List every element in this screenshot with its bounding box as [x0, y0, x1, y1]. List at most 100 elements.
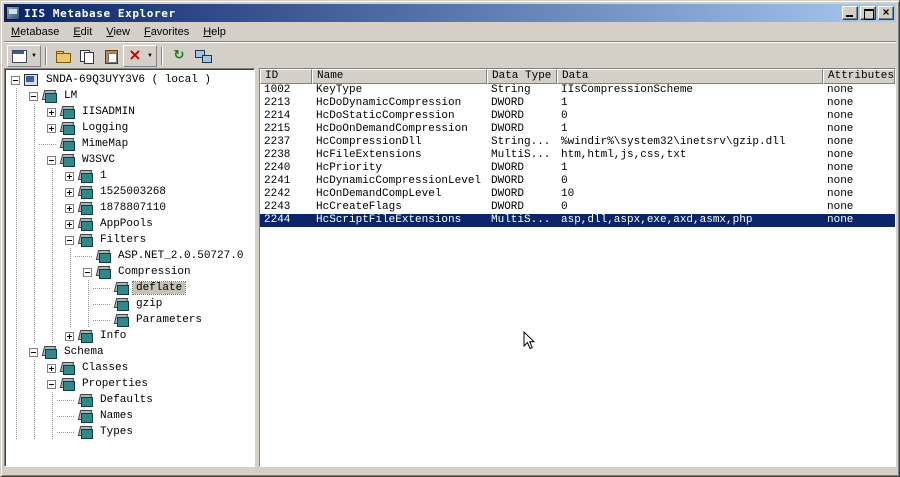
- cell-attributes: none: [827, 162, 854, 174]
- menu-metabase[interactable]: Metabase: [5, 24, 67, 40]
- menu-help[interactable]: Help: [197, 24, 234, 40]
- expand-toggle-icon[interactable]: [65, 171, 74, 181]
- column-header-attributes[interactable]: Attributes: [823, 69, 895, 84]
- tree-item-info[interactable]: Info: [8, 328, 254, 344]
- tree-guide-line: [26, 280, 44, 296]
- list-row-2238[interactable]: 2238 HcFileExtensions MultiS... htm,html,js…: [260, 149, 895, 162]
- collapse-toggle-icon[interactable]: [29, 91, 38, 101]
- tree-view[interactable]: SNDA-69Q3UYY3V6 ( local ) LM IISADMIN Loggi…: [4, 68, 255, 467]
- expand-toggle-icon[interactable]: [47, 123, 56, 133]
- tree-item-gzip[interactable]: gzip: [8, 296, 254, 312]
- tree-item-deflate[interactable]: deflate: [8, 280, 254, 296]
- minimize-button[interactable]: [842, 6, 858, 20]
- tree-item-schema[interactable]: Schema: [8, 344, 254, 360]
- tree-item-mimemap[interactable]: MimeMap: [8, 136, 254, 152]
- cell-name: HcDoOnDemandCompression: [316, 123, 468, 135]
- tree-item-logging[interactable]: Logging: [8, 120, 254, 136]
- cell-attributes: none: [827, 201, 854, 213]
- collapse-toggle-icon[interactable]: [11, 75, 20, 85]
- cell-data-type: MultiS...: [491, 214, 551, 226]
- refresh-button[interactable]: [167, 45, 191, 67]
- expand-toggle-icon[interactable]: [65, 187, 74, 197]
- maximize-button[interactable]: [860, 6, 876, 20]
- menu-view[interactable]: View: [100, 24, 138, 40]
- tree-guide-line: [44, 264, 62, 280]
- tree-item-properties[interactable]: Properties: [8, 376, 254, 392]
- list-row-2213[interactable]: 2213 HcDoDynamicCompression DWORD 1 none: [260, 97, 895, 110]
- list-row-2240[interactable]: 2240 HcPriority DWORD 1 none: [260, 162, 895, 175]
- list-row-2215[interactable]: 2215 HcDoOnDemandCompression DWORD 1 none: [260, 123, 895, 136]
- copy-button[interactable]: [75, 45, 99, 67]
- list-row-2237[interactable]: 2237 HcCompressionDll String... %windir%\sy…: [260, 136, 895, 149]
- tree-item-snda-69q3uyy3v6-local[interactable]: SNDA-69Q3UYY3V6 ( local ): [8, 72, 254, 88]
- tree-item-1525003268[interactable]: 1525003268: [8, 184, 254, 200]
- tree-guide-line: [44, 280, 62, 296]
- tree-item-apppools[interactable]: AppPools: [8, 216, 254, 232]
- expand-toggle-icon[interactable]: [65, 203, 74, 213]
- paste-icon: [103, 49, 119, 64]
- tree-item-lm[interactable]: LM: [8, 88, 254, 104]
- tree-item-defaults[interactable]: Defaults: [8, 392, 254, 408]
- tree-item-1878807110[interactable]: 1878807110: [8, 200, 254, 216]
- tree-item-label: SNDA-69Q3UYY3V6 ( local ): [46, 74, 212, 86]
- connect-icon: [194, 49, 212, 63]
- tree-guide-line: [44, 312, 62, 328]
- tree-guide-line: [8, 408, 26, 424]
- tree-item-iisadmin[interactable]: IISADMIN: [8, 104, 254, 120]
- list-row-2242[interactable]: 2242 HcOnDemandCompLevel DWORD 10 none: [260, 188, 895, 201]
- cell-name: HcOnDemandCompLevel: [316, 188, 442, 200]
- list-row-2241[interactable]: 2241 HcDynamicCompressionLevel DWORD 0 none: [260, 175, 895, 188]
- title-bar[interactable]: IIS Metabase Explorer: [4, 4, 896, 22]
- column-header-data[interactable]: Data: [557, 69, 823, 84]
- list-row-2243[interactable]: 2243 HcCreateFlags DWORD 0 none: [260, 201, 895, 214]
- expand-toggle-icon[interactable]: [47, 363, 56, 373]
- cell-data: IIsCompressionScheme: [561, 84, 694, 96]
- list-row-2214[interactable]: 2214 HcDoStaticCompression DWORD 0 none: [260, 110, 895, 123]
- delete-button[interactable]: ▼: [122, 44, 157, 67]
- list-row-2244[interactable]: 2244 HcScriptFileExtensions MultiS... asp,d…: [260, 214, 895, 227]
- expand-toggle-icon[interactable]: [65, 219, 74, 229]
- connect-button[interactable]: [191, 45, 215, 67]
- expand-toggle-icon[interactable]: [47, 107, 56, 117]
- paste-button[interactable]: [99, 45, 123, 67]
- tree-guide-line: [44, 296, 62, 312]
- tree-item-compression[interactable]: Compression: [8, 264, 254, 280]
- column-header-id[interactable]: ID: [260, 69, 312, 84]
- menu-edit[interactable]: Edit: [67, 24, 100, 40]
- tree-item-w3svc[interactable]: W3SVC: [8, 152, 254, 168]
- column-header-name[interactable]: Name: [312, 69, 487, 84]
- cell-data-type: DWORD: [491, 110, 525, 122]
- collapse-toggle-icon[interactable]: [47, 155, 56, 165]
- collapse-toggle-icon[interactable]: [83, 267, 92, 277]
- tree-connector: [93, 300, 111, 309]
- menu-favorites[interactable]: Favorites: [138, 24, 197, 40]
- dropdown-arrow-icon[interactable]: ▼: [31, 53, 37, 59]
- tree-item-parameters[interactable]: Parameters: [8, 312, 254, 328]
- column-header-data-type[interactable]: Data Type: [487, 69, 557, 84]
- new-record-icon: [11, 49, 27, 63]
- tree-item-classes[interactable]: Classes: [8, 360, 254, 376]
- tree-item-1[interactable]: 1: [8, 168, 254, 184]
- collapse-toggle-icon[interactable]: [29, 347, 38, 357]
- tree-guide-line: [26, 200, 44, 216]
- expand-toggle-icon[interactable]: [65, 331, 74, 341]
- tree-item-names[interactable]: Names: [8, 408, 254, 424]
- tree-guide-line: [26, 296, 44, 312]
- cell-id: 2214: [264, 110, 291, 122]
- tree-item-asp-net-2-0-50727-0[interactable]: ASP.NET_2.0.50727.0: [8, 248, 254, 264]
- tree-item-types[interactable]: Types: [8, 424, 254, 440]
- cell-name: HcDynamicCompressionLevel: [316, 175, 482, 187]
- book-icon: [77, 410, 93, 423]
- collapse-toggle-icon[interactable]: [47, 379, 56, 389]
- tree-item-filters[interactable]: Filters: [8, 232, 254, 248]
- tree-guide-line: [8, 424, 26, 440]
- tree-connector: [75, 252, 93, 261]
- dropdown-arrow-icon[interactable]: ▼: [147, 53, 153, 59]
- export-button[interactable]: [51, 45, 75, 67]
- list-row-1002[interactable]: 1002 KeyType String IIsCompressionScheme non…: [260, 84, 895, 97]
- list-view[interactable]: ID Name Data Type Data Attributes 1002 KeyTyp…: [259, 68, 896, 467]
- collapse-toggle-icon[interactable]: [65, 235, 74, 245]
- book-icon: [59, 138, 75, 151]
- new-record-button[interactable]: ▼: [7, 44, 41, 67]
- close-button[interactable]: [878, 6, 894, 20]
